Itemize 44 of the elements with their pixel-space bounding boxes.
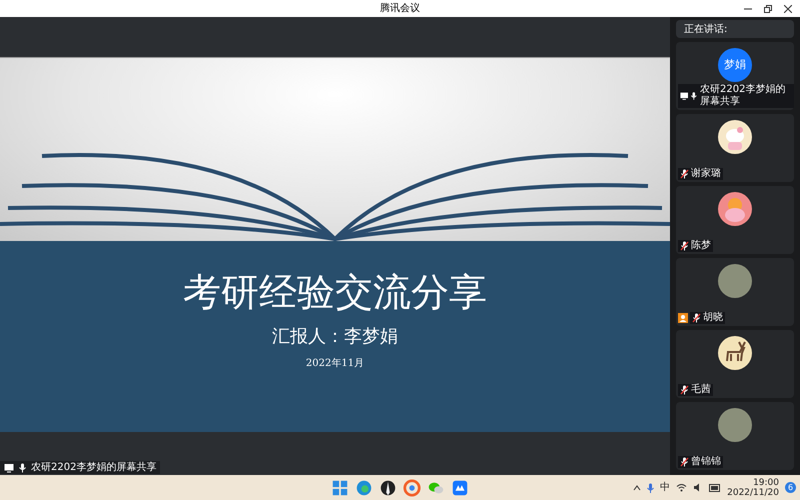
clock[interactable]: 19:00 2022/11/20 bbox=[727, 478, 779, 498]
slide-date: 2022年11月 bbox=[306, 356, 364, 370]
clock-time: 19:00 bbox=[753, 478, 779, 488]
participant-name: 农研2202李梦娟的屏幕共享 bbox=[700, 84, 786, 108]
participant-name: 胡晓 bbox=[703, 312, 723, 324]
participant-name: 毛茜 bbox=[691, 384, 711, 396]
muted-mic-icon bbox=[680, 169, 689, 179]
participant-tile[interactable]: 毛茜 bbox=[676, 330, 794, 398]
slide-title: 考研经验交流分享 bbox=[183, 269, 487, 316]
participant-tile[interactable]: 胡晓 bbox=[676, 258, 794, 326]
participant-tile[interactable]: 梦娟 农研2202李梦娟的屏幕共享 bbox=[676, 42, 794, 110]
participant-tile[interactable]: 谢家璐 bbox=[676, 114, 794, 182]
participant-tile[interactable]: 曾锦锦 bbox=[676, 402, 794, 470]
muted-mic-icon bbox=[680, 385, 689, 395]
microphone-icon[interactable] bbox=[647, 482, 654, 492]
mic-icon bbox=[690, 91, 698, 101]
muted-mic-icon bbox=[680, 457, 689, 467]
wifi-icon[interactable] bbox=[676, 483, 688, 492]
clock-date: 2022/11/20 bbox=[727, 488, 779, 498]
notification-badge[interactable]: 6 bbox=[785, 482, 796, 493]
muted-mic-icon bbox=[692, 313, 701, 323]
screen-share-icon bbox=[680, 91, 688, 101]
participant-tile[interactable]: 陈梦 bbox=[676, 186, 794, 254]
deer-avatar bbox=[718, 336, 752, 370]
screen-share-icon bbox=[4, 462, 14, 472]
battery-icon[interactable] bbox=[709, 484, 722, 492]
participant-name: 谢家璐 bbox=[691, 168, 721, 180]
close-icon[interactable] bbox=[784, 4, 792, 12]
photo-placeholder bbox=[718, 264, 752, 298]
presenter-text: 汇报人：李梦娟 bbox=[272, 324, 398, 348]
cartoon-avatar bbox=[718, 192, 752, 226]
cartoon-avatar bbox=[718, 120, 752, 154]
share-label-text: 农研2202李梦娟的屏幕共享 bbox=[31, 462, 156, 472]
mic-icon bbox=[18, 462, 27, 472]
participant-name: 曾锦锦 bbox=[691, 456, 721, 468]
participant-name: 陈梦 bbox=[691, 240, 711, 252]
avatar: 梦娟 bbox=[718, 48, 752, 82]
photo-placeholder bbox=[718, 408, 752, 442]
restore-icon[interactable] bbox=[764, 4, 772, 12]
chevron-up-icon[interactable] bbox=[633, 484, 642, 490]
speaking-label: 正在讲话: bbox=[684, 22, 728, 36]
window-title: 腾讯会议 bbox=[380, 4, 420, 14]
muted-mic-icon bbox=[680, 241, 689, 251]
input-method[interactable]: 中 bbox=[660, 480, 670, 495]
